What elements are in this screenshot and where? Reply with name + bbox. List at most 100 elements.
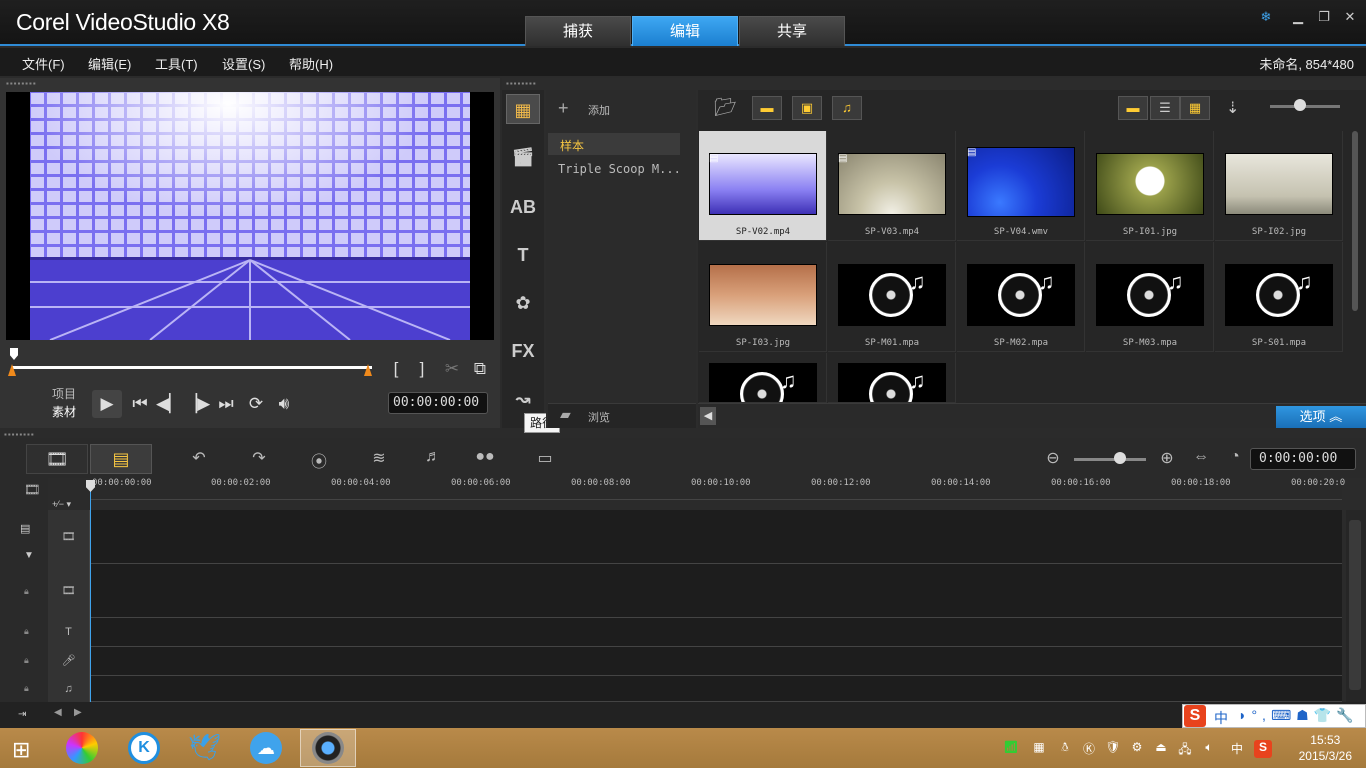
browse-icon[interactable]: ▰ [560, 406, 571, 423]
library-scrollbar[interactable] [1352, 131, 1358, 311]
grid-view-icon[interactable]: ▦ [1180, 96, 1210, 120]
close-icon[interactable]: ✕ [1340, 8, 1360, 26]
split-icon[interactable]: ✂ [440, 358, 464, 380]
panel-grip[interactable]: ▪▪▪▪▪▪▪▪ [4, 430, 35, 439]
mark-out-button[interactable]: ] [410, 358, 434, 380]
player-timecode[interactable]: 00:00:00:00 [388, 392, 488, 414]
title-track-icon[interactable]: T [48, 618, 90, 647]
add-icon[interactable]: + [558, 98, 569, 119]
timeline-vscroll-thumb[interactable] [1349, 520, 1361, 690]
menu-file[interactable]: 文件(F) [22, 54, 65, 73]
collapse-left-icon[interactable]: ◀ [700, 407, 716, 425]
media-tab-icon[interactable]: ▦ [506, 94, 540, 124]
sogou-icon[interactable]: S [1184, 705, 1206, 727]
expand-icon[interactable]: ▼ [24, 550, 34, 561]
subtitle-editor-icon[interactable]: ▭ [530, 448, 560, 470]
timeline-timecode[interactable]: 0:00:00:00 [1250, 448, 1356, 470]
tab-edit[interactable]: 编辑 [632, 16, 738, 46]
list-view-icon[interactable]: ☰ [1150, 96, 1180, 120]
network-icon[interactable]: 🖧︎ [1176, 740, 1194, 758]
tab-capture[interactable]: 捕获 [525, 16, 631, 46]
system-clock[interactable]: 15:53 2015/3/26 [1299, 732, 1352, 764]
media-item[interactable]: ♫ SP-M02.mpa [957, 242, 1085, 352]
media-item[interactable]: ♫ SP-M03.mpa [1086, 242, 1214, 352]
track-manager-icon[interactable]: 🎞︎ [24, 482, 41, 498]
overlay-track[interactable] [48, 564, 1342, 618]
voice-track[interactable] [48, 647, 1342, 676]
mark-in-button[interactable]: [ [384, 358, 408, 380]
redo-icon[interactable]: ↷ [244, 448, 274, 470]
browse-button[interactable]: 浏览 [588, 409, 610, 425]
slider-knob[interactable] [1294, 99, 1306, 111]
ime-tools-icons[interactable]: ◗°,⌨☗👕🔧 [1238, 707, 1359, 724]
music-track-icon[interactable]: ♫ [48, 676, 90, 702]
menu-help[interactable]: 帮助(H) [289, 54, 333, 73]
timeline-playhead[interactable] [90, 490, 91, 702]
baidu-cloud-icon[interactable]: ☁ [250, 732, 282, 764]
path-icon[interactable]: ↝ [506, 384, 540, 414]
menu-edit[interactable]: 编辑(E) [88, 54, 131, 73]
media-item[interactable]: ▤ SP-V04.wmv [957, 131, 1085, 241]
bird-app-icon[interactable]: 🕊︎ [188, 732, 221, 763]
kugou-tray-icon[interactable]: Ⓚ [1080, 740, 1098, 758]
restore-icon[interactable]: ❐ [1314, 8, 1334, 26]
folder-item-samples[interactable]: 样本 [560, 137, 584, 154]
import-folder-icon[interactable]: 📂︎ [714, 97, 737, 118]
transition-icon[interactable]: AB [506, 192, 540, 222]
zoom-in-icon[interactable]: ⊕ [1152, 448, 1182, 470]
title-icon[interactable]: T [506, 240, 540, 270]
kugou-icon[interactable]: K [128, 732, 160, 764]
show-video-icon[interactable]: ▬ [752, 96, 782, 120]
undo-icon[interactable]: ↶ [184, 448, 214, 470]
project-duration-icon[interactable]: ◔ [1220, 448, 1250, 470]
lock-icon[interactable]: 🔒︎ [24, 626, 29, 637]
fit-project-icon[interactable]: ⇔ [1186, 448, 1216, 470]
media-item[interactable]: ♫ SP-M01.mpa [828, 242, 956, 352]
graphic-icon[interactable]: ✿ [506, 288, 540, 318]
add-track-icon[interactable]: +⁄− ▾ [52, 499, 71, 510]
media-item[interactable]: ▤ SP-V03.mp4 [828, 131, 956, 241]
zoom-out-icon[interactable]: ⊖ [1038, 448, 1068, 470]
next-frame-icon[interactable]: ▕▶ [184, 393, 210, 415]
timeline-view-icon[interactable]: ▤ [90, 444, 152, 474]
media-item[interactable]: ♫ SP-S01.mpa [1215, 242, 1343, 352]
record-capture-icon[interactable]: ⦿ [304, 448, 334, 471]
media-item[interactable]: ▤ SP-V02.mp4 [699, 131, 827, 241]
menu-tools[interactable]: 工具(T) [155, 54, 198, 73]
sort-icon[interactable]: ⇣ [1226, 98, 1239, 118]
folder-item-triple-scoop[interactable]: Triple Scoop M... [558, 162, 681, 176]
media-item[interactable]: SP-I02.jpg [1215, 131, 1343, 241]
panel-grip[interactable]: ▪▪▪▪▪▪▪▪ [506, 79, 537, 88]
settings-icon[interactable]: ❄ [1256, 8, 1276, 26]
browser-360-icon[interactable] [66, 732, 98, 764]
show-photo-icon[interactable]: ▣ [792, 96, 822, 120]
ripple-edit-icon[interactable]: ▤ [20, 522, 30, 535]
track-options-icon[interactable]: ⇥ [18, 709, 26, 720]
ime-tray-label[interactable]: 中 [1228, 740, 1246, 758]
storyboard-view-icon[interactable]: 🎞︎ [26, 444, 88, 474]
filter-icon[interactable]: FX [506, 336, 540, 366]
thumbnail-view-icon[interactable]: ▬ [1118, 96, 1148, 120]
previous-frame-icon[interactable]: ◀▏ [156, 393, 182, 415]
sogou-tray-icon[interactable]: S [1254, 740, 1272, 758]
add-folder-button[interactable]: 添加 [588, 102, 610, 118]
options-button[interactable]: 选项 ︽ [1276, 406, 1366, 428]
video-track[interactable] [48, 510, 1342, 564]
play-button[interactable]: ▶ [92, 390, 122, 418]
music-track[interactable] [48, 676, 1342, 702]
video-track-icon[interactable]: 🎞︎ [48, 510, 90, 564]
scroll-right-icon[interactable]: ▶ [74, 707, 82, 718]
menu-settings[interactable]: 设置(S) [222, 54, 265, 73]
instant-project-icon[interactable]: 🎬︎ [506, 142, 540, 172]
tab-share[interactable]: 共享 [739, 16, 845, 46]
scrub-bar[interactable] [12, 366, 372, 369]
voice-track-icon[interactable]: 🎤︎ [48, 647, 90, 676]
usb-icon[interactable]: ⏏ [1152, 740, 1170, 758]
tray-tool-icon[interactable]: ⚙ [1128, 740, 1146, 758]
lock-icon[interactable]: 🔒︎ [24, 655, 29, 666]
media-item[interactable]: SP-I01.jpg [1086, 131, 1214, 241]
volume-icon[interactable]: 🔊︎ [272, 393, 296, 415]
wifi-icon[interactable]: 📶︎ [1002, 740, 1020, 758]
minimize-icon[interactable]: ▁ [1288, 8, 1308, 26]
speaker-icon[interactable]: 🔈︎ [1200, 740, 1218, 758]
